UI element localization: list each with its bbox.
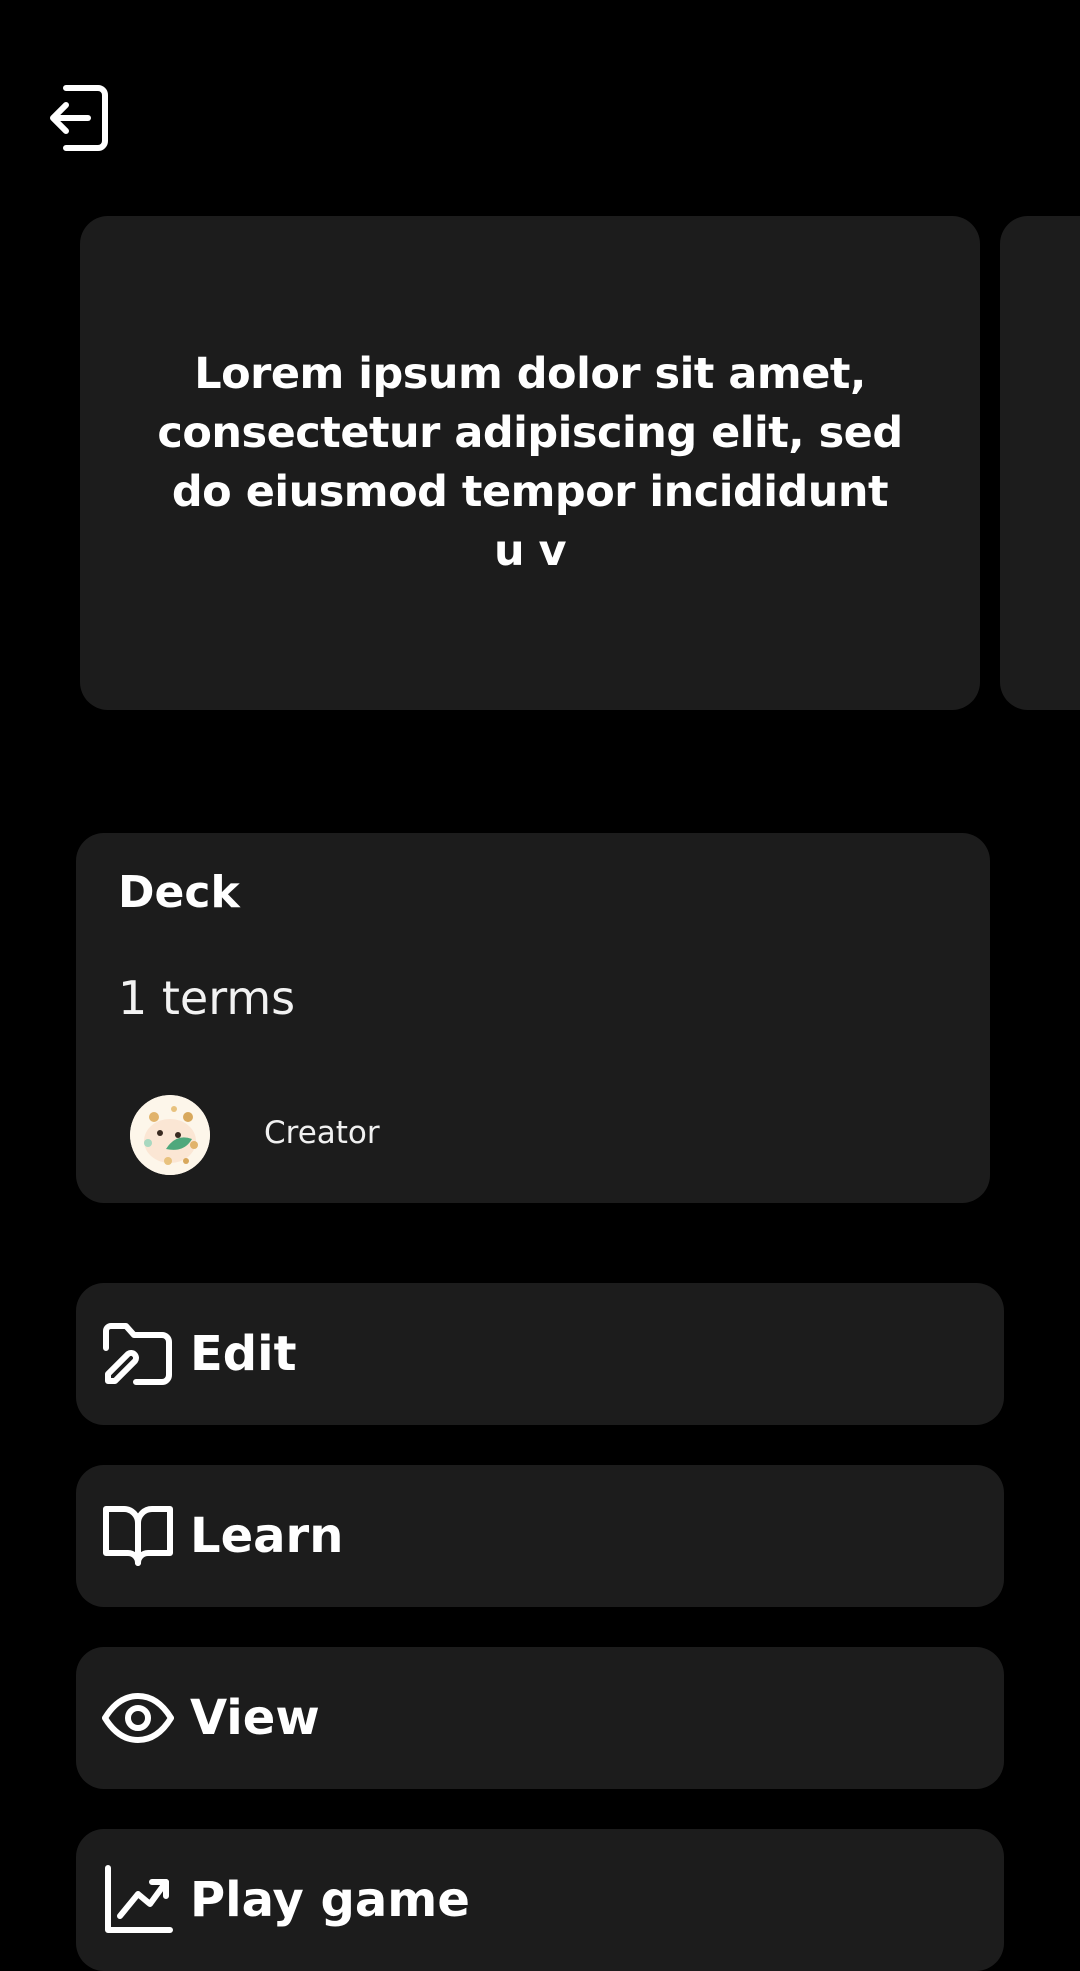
creator-avatar[interactable] xyxy=(130,1095,210,1175)
edit-label: Edit xyxy=(190,1326,297,1382)
trend-chart-icon xyxy=(102,1864,174,1936)
creator-label: Creator xyxy=(264,1115,380,1151)
learn-button[interactable]: Learn xyxy=(76,1465,1004,1607)
eye-icon xyxy=(102,1682,174,1754)
view-button[interactable]: View xyxy=(76,1647,1004,1789)
learn-label: Learn xyxy=(190,1508,344,1564)
deck-info-card: Deck 1 terms Creator xyxy=(76,833,990,1203)
open-book-icon xyxy=(102,1500,174,1572)
play-game-button[interactable]: Play game xyxy=(76,1829,1004,1971)
folder-edit-icon xyxy=(102,1318,174,1390)
flashcard-carousel[interactable]: Lorem ipsum dolor sit amet, consectetur … xyxy=(0,216,1080,710)
next-flashcard-peek[interactable] xyxy=(1000,216,1080,710)
flashcard-front[interactable]: Lorem ipsum dolor sit amet, consectetur … xyxy=(80,216,980,710)
back-button[interactable] xyxy=(44,80,116,160)
flashcard-text: Lorem ipsum dolor sit amet, consectetur … xyxy=(157,349,903,576)
deck-title: Deck xyxy=(118,867,240,918)
exit-arrow-icon xyxy=(48,82,112,158)
edit-button[interactable]: Edit xyxy=(76,1283,1004,1425)
deck-term-count: 1 terms xyxy=(118,971,296,1025)
view-label: View xyxy=(190,1690,320,1746)
